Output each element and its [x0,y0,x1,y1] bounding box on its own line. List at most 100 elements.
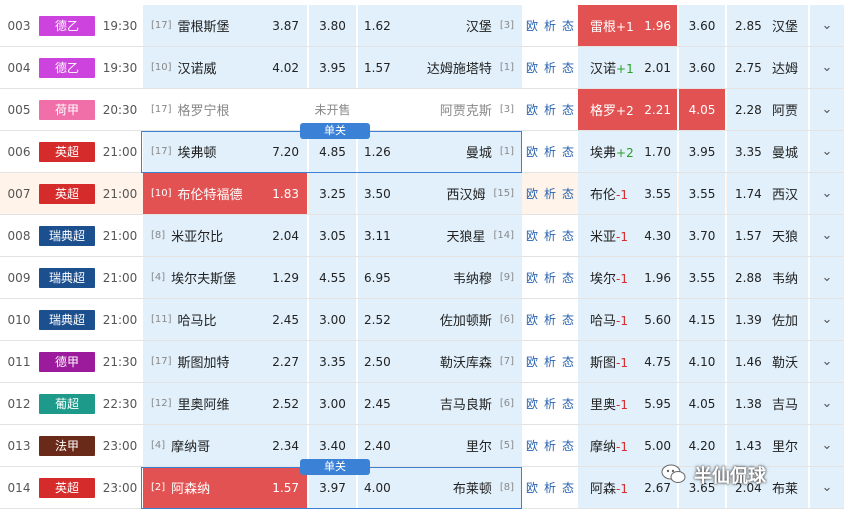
home-odds-cell[interactable]: [12] 里奥阿维 2.52 [143,383,308,424]
handicap-draw-cell[interactable]: 4.15 [679,299,726,340]
handicap-home-cell[interactable]: 米亚-1 4.30 [578,215,678,256]
link-analysis[interactable]: 析 [544,395,556,412]
chevron-down-icon[interactable]: ⌄ [810,467,844,508]
handicap-away-cell[interactable]: 2.75 达姆 [727,47,809,88]
home-odds-cell[interactable]: [17] 埃弗顿 7.20 [143,131,308,172]
link-status[interactable]: 态 [562,395,574,412]
draw-odds-cell[interactable]: 3.95 [309,47,357,88]
handicap-draw-cell[interactable]: 4.05 [679,383,726,424]
away-odds-cell[interactable]: 6.95 韦纳穆 [9] [358,257,522,298]
table-row[interactable]: 007 英超 21:00 [10] 布伦特福德 1.83 3.25 3.50 西汉姆 [15] 欧析… [0,173,844,215]
handicap-home-cell[interactable]: 斯图-1 4.75 [578,341,678,382]
link-europe[interactable]: 欧 [526,185,538,202]
away-odds-cell[interactable]: 3.11 天狼星 [14] [358,215,522,256]
link-europe[interactable]: 欧 [526,353,538,370]
handicap-away-cell[interactable]: 2.88 韦纳 [727,257,809,298]
league-badge[interactable]: 瑞典超 [38,299,96,340]
handicap-home-cell[interactable]: 格罗+2 2.21 [578,89,678,130]
handicap-draw-cell[interactable]: 3.55 [679,173,726,214]
link-europe[interactable]: 欧 [526,395,538,412]
link-europe[interactable]: 欧 [526,311,538,328]
link-status[interactable]: 态 [562,101,574,118]
chevron-down-icon[interactable]: ⌄ [810,257,844,298]
home-odds-cell[interactable]: [17] 斯图加特 2.27 [143,341,308,382]
league-badge[interactable]: 瑞典超 [38,257,96,298]
handicap-draw-cell[interactable]: 3.70 [679,215,726,256]
handicap-away-cell[interactable]: 2.85 汉堡 [727,5,809,46]
home-odds-cell[interactable]: [4] 摩纳哥 2.34 [143,425,308,466]
link-europe[interactable]: 欧 [526,17,538,34]
link-status[interactable]: 态 [562,437,574,454]
link-status[interactable]: 态 [562,185,574,202]
draw-odds-cell[interactable]: 3.80 [309,5,357,46]
chevron-down-icon[interactable]: ⌄ [810,131,844,172]
table-row[interactable]: 009 瑞典超 21:00 [4] 埃尔夫斯堡 1.29 4.55 6.95 韦纳穆 [9] 欧析态… [0,257,844,299]
league-badge[interactable]: 法甲 [38,425,96,466]
handicap-home-cell[interactable]: 布伦-1 3.55 [578,173,678,214]
table-row[interactable]: 006 英超 21:00 [17] 埃弗顿 7.20 4.85 1.26 曼城 [1] 欧析态埃弗+… [0,131,844,173]
link-europe[interactable]: 欧 [526,227,538,244]
link-analysis[interactable]: 析 [544,101,556,118]
handicap-away-cell[interactable]: 3.35 曼城 [727,131,809,172]
table-row[interactable]: 010 瑞典超 21:00 [11] 哈马比 2.45 3.00 2.52 佐加顿斯 [6] 欧析态… [0,299,844,341]
handicap-away-cell[interactable]: 1.38 吉马 [727,383,809,424]
link-analysis[interactable]: 析 [544,353,556,370]
handicap-away-cell[interactable]: 1.74 西汉 [727,173,809,214]
draw-odds-cell[interactable]: 4.55 [309,257,357,298]
chevron-down-icon[interactable]: ⌄ [810,5,844,46]
chevron-down-icon[interactable]: ⌄ [810,173,844,214]
chevron-down-icon[interactable]: ⌄ [810,425,844,466]
handicap-home-cell[interactable]: 汉诺+1 2.01 [578,47,678,88]
chevron-down-icon[interactable]: ⌄ [810,47,844,88]
chevron-down-icon[interactable]: ⌄ [810,383,844,424]
away-odds-cell[interactable]: 4.00 布莱顿 [8] [358,467,522,508]
home-odds-cell[interactable]: [11] 哈马比 2.45 [143,299,308,340]
away-odds-cell[interactable]: 3.50 西汉姆 [15] [358,173,522,214]
table-row[interactable]: 011 德甲 21:30 [17] 斯图加特 2.27 3.35 2.50 勒沃库森 [7] 欧析态… [0,341,844,383]
home-odds-cell[interactable]: [17] 雷根斯堡 3.87 [143,5,308,46]
away-odds-cell[interactable]: 2.40 里尔 [5] [358,425,522,466]
league-badge[interactable]: 英超 [38,131,96,172]
link-europe[interactable]: 欧 [526,269,538,286]
handicap-home-cell[interactable]: 雷根+1 1.96 [578,5,678,46]
handicap-draw-cell[interactable]: 3.55 [679,257,726,298]
draw-odds-cell[interactable]: 3.35 [309,341,357,382]
away-odds-cell[interactable]: 1.26 曼城 [1] [358,131,522,172]
handicap-draw-cell[interactable]: 4.10 [679,341,726,382]
league-badge[interactable]: 英超 [38,467,96,508]
link-europe[interactable]: 欧 [526,101,538,118]
away-odds-cell[interactable]: 阿贾克斯 [3] [358,89,522,130]
home-odds-cell[interactable]: [17] 格罗宁根 [143,89,308,130]
chevron-down-icon[interactable]: ⌄ [810,299,844,340]
handicap-away-cell[interactable]: 2.28 阿贾 [727,89,809,130]
league-badge[interactable]: 德乙 [38,5,96,46]
link-status[interactable]: 态 [562,479,574,496]
link-status[interactable]: 态 [562,311,574,328]
away-odds-cell[interactable]: 2.52 佐加顿斯 [6] [358,299,522,340]
away-odds-cell[interactable]: 2.45 吉马良斯 [6] [358,383,522,424]
link-status[interactable]: 态 [562,143,574,160]
link-analysis[interactable]: 析 [544,17,556,34]
link-analysis[interactable]: 析 [544,269,556,286]
league-badge[interactable]: 德甲 [38,341,96,382]
link-analysis[interactable]: 析 [544,185,556,202]
league-badge[interactable]: 英超 [38,173,96,214]
handicap-draw-cell[interactable]: 4.05 [679,89,726,130]
draw-odds-cell[interactable]: 3.00 [309,383,357,424]
table-row[interactable]: 013 法甲 23:00 [4] 摩纳哥 2.34 3.40 2.40 里尔 [5] 欧析态摩纳-1… [0,425,844,467]
handicap-draw-cell[interactable]: 3.95 [679,131,726,172]
link-analysis[interactable]: 析 [544,437,556,454]
link-analysis[interactable]: 析 [544,311,556,328]
handicap-away-cell[interactable]: 1.46 勒沃 [727,341,809,382]
link-europe[interactable]: 欧 [526,59,538,76]
league-badge[interactable]: 瑞典超 [38,215,96,256]
draw-odds-cell[interactable]: 3.25 [309,173,357,214]
chevron-down-icon[interactable]: ⌄ [810,89,844,130]
link-europe[interactable]: 欧 [526,479,538,496]
link-status[interactable]: 态 [562,353,574,370]
league-badge[interactable]: 荷甲 [38,89,96,130]
table-row[interactable]: 012 葡超 22:30 [12] 里奥阿维 2.52 3.00 2.45 吉马良斯 [6] 欧析态… [0,383,844,425]
link-status[interactable]: 态 [562,269,574,286]
away-odds-cell[interactable]: 1.62 汉堡 [3] [358,5,522,46]
home-odds-cell[interactable]: [2] 阿森纳 1.57 [143,467,308,508]
